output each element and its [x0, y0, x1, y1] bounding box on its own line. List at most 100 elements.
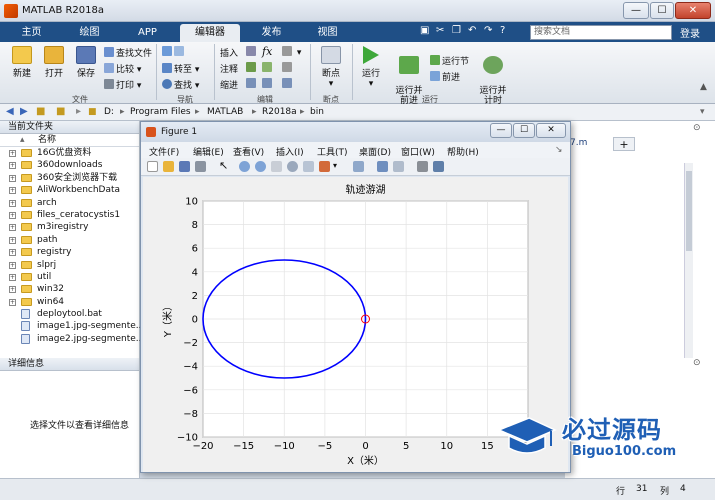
- expand-toggle-icon[interactable]: +: [9, 199, 16, 207]
- figure-maximize-button[interactable]: ☐: [513, 123, 535, 138]
- expand-toggle-icon[interactable]: +: [9, 224, 16, 232]
- smart-indent-icon[interactable]: [246, 78, 258, 90]
- pointer-arrow-icon[interactable]: ↖: [219, 160, 230, 172]
- file-row[interactable]: image2.jpg-segmente...: [0, 333, 144, 345]
- open-button[interactable]: 打开: [40, 46, 68, 79]
- menu-window[interactable]: 窗口(W): [401, 145, 435, 158]
- insert-menu-icon[interactable]: ▾: [282, 46, 301, 58]
- comment-button[interactable]: 注释: [220, 62, 238, 75]
- menu-desktop[interactable]: 桌面(D): [359, 145, 391, 158]
- increase-indent-icon[interactable]: [262, 78, 274, 90]
- tab-apps[interactable]: APP: [120, 24, 175, 42]
- name-column-header[interactable]: 名称 ▴: [0, 134, 139, 147]
- tab-home[interactable]: 主页: [4, 24, 59, 42]
- menu-edit[interactable]: 编辑(E): [193, 145, 224, 158]
- figure-close-button[interactable]: ✕: [536, 123, 566, 138]
- new-figure-icon[interactable]: [147, 161, 158, 172]
- expand-toggle-icon[interactable]: +: [9, 162, 16, 170]
- command-window-menu-icon[interactable]: ⊙: [693, 357, 701, 371]
- breadcrumb-r2018a[interactable]: R2018a: [262, 107, 297, 117]
- folder-row[interactable]: + registry: [0, 246, 139, 258]
- file-row[interactable]: deploytool.bat: [0, 308, 139, 320]
- expand-toggle-icon[interactable]: +: [9, 150, 16, 157]
- tab-view[interactable]: 视图: [300, 24, 355, 42]
- save-figure-icon[interactable]: [179, 161, 190, 172]
- expand-toggle-icon[interactable]: +: [9, 236, 16, 244]
- print-button[interactable]: 打印 ▾: [104, 78, 141, 91]
- wrap-comment-icon[interactable]: [282, 62, 294, 74]
- insert-colorbar-icon[interactable]: [377, 161, 388, 172]
- menu-file[interactable]: 文件(F): [149, 145, 179, 158]
- expand-toggle-icon[interactable]: +: [9, 261, 16, 269]
- menu-insert[interactable]: 插入(I): [276, 145, 304, 158]
- indent-button[interactable]: 缩进: [220, 78, 238, 91]
- insert-section-icon[interactable]: [246, 46, 258, 58]
- folder-row[interactable]: +16G优盘资料: [0, 147, 139, 159]
- expand-toggle-icon[interactable]: +: [9, 211, 16, 219]
- tab-publish[interactable]: 发布: [244, 24, 299, 42]
- figure-minimize-button[interactable]: —: [490, 123, 512, 138]
- expand-toggle-icon[interactable]: +: [9, 249, 16, 257]
- browse-folder-icon[interactable]: ■: [56, 106, 65, 117]
- menu-help[interactable]: 帮助(H): [447, 145, 479, 158]
- quick-access-undo-icon[interactable]: ↶: [468, 25, 476, 36]
- editor-tab-partial[interactable]: 7.m: [570, 137, 587, 151]
- menu-view[interactable]: 查看(V): [233, 145, 264, 158]
- breadcrumb-matlab[interactable]: MATLAB: [207, 107, 243, 117]
- decrease-indent-icon[interactable]: [282, 78, 294, 90]
- collapse-ribbon-icon[interactable]: ▲: [700, 82, 707, 92]
- brush-dropdown-icon[interactable]: ▾: [333, 161, 344, 172]
- address-dropdown-icon[interactable]: ▾: [700, 107, 705, 117]
- folder-row[interactable]: + AliWorkbenchData: [0, 184, 139, 196]
- forward-arrow-icon[interactable]: ▶: [20, 106, 28, 117]
- run-and-time-button[interactable]: 运行并 计时: [476, 46, 510, 106]
- breakpoints-button[interactable]: 断点 ▾: [316, 46, 346, 89]
- close-button[interactable]: ✕: [675, 2, 711, 19]
- quick-access-copy-icon[interactable]: ❐: [452, 25, 461, 36]
- find-button[interactable]: 查找 ▾: [162, 78, 199, 91]
- quick-access-cut-icon[interactable]: ✂: [436, 25, 444, 36]
- expand-toggle-icon[interactable]: +: [9, 286, 16, 294]
- brush-icon[interactable]: [319, 161, 330, 172]
- fx-function-button[interactable]: fx: [262, 45, 272, 58]
- menu-tools[interactable]: 工具(T): [317, 145, 348, 158]
- hide-plot-tools-icon[interactable]: [417, 161, 428, 172]
- login-link[interactable]: 登录: [680, 25, 700, 40]
- zoom-in-icon[interactable]: [239, 161, 250, 172]
- back-forward-button[interactable]: [162, 46, 186, 58]
- quick-access-redo-icon[interactable]: ↷: [484, 25, 492, 36]
- print-figure-icon[interactable]: [195, 161, 206, 172]
- scrollbar-thumb[interactable]: [686, 171, 692, 251]
- search-documentation-input[interactable]: 搜索文档: [530, 25, 672, 40]
- folder-row[interactable]: + path: [0, 234, 139, 246]
- minimize-button[interactable]: —: [623, 2, 649, 19]
- expand-toggle-icon[interactable]: +: [9, 273, 16, 281]
- pan-hand-icon[interactable]: [271, 161, 282, 172]
- figure-title-bar[interactable]: Figure 1 — ☐ ✕: [141, 122, 570, 142]
- comment-percent-icon[interactable]: [246, 62, 258, 74]
- parent-folder-icon[interactable]: ■: [36, 106, 45, 117]
- folder-row[interactable]: + win64: [0, 296, 139, 308]
- new-button[interactable]: 新建: [8, 46, 36, 79]
- zoom-out-icon[interactable]: [255, 161, 266, 172]
- quick-access-save-icon[interactable]: ▣: [420, 25, 429, 36]
- advance-button[interactable]: 前进: [430, 70, 460, 83]
- expand-toggle-icon[interactable]: +: [9, 298, 16, 306]
- goto-button[interactable]: 转至 ▾: [162, 62, 199, 75]
- breadcrumb-program-files[interactable]: Program Files: [130, 107, 191, 117]
- rotate-3d-icon[interactable]: [287, 161, 298, 172]
- link-plot-icon[interactable]: [353, 161, 364, 172]
- new-tab-button[interactable]: +: [613, 137, 635, 151]
- uncomment-percent-icon[interactable]: [262, 62, 274, 74]
- editor-vertical-scrollbar[interactable]: [684, 163, 693, 358]
- data-cursor-icon[interactable]: [303, 161, 314, 172]
- run-section-button[interactable]: 运行节: [430, 54, 469, 67]
- folder-row[interactable]: + win32: [0, 283, 139, 295]
- run-button[interactable]: 运行 ▾: [356, 46, 386, 89]
- insert-button[interactable]: 插入: [220, 46, 238, 59]
- show-plot-tools-icon[interactable]: [433, 161, 444, 172]
- expand-toggle-icon[interactable]: +: [9, 187, 16, 195]
- file-row[interactable]: image1.jpg-segmente...: [0, 320, 144, 332]
- open-file-icon[interactable]: [163, 161, 174, 172]
- folder-row[interactable]: + util: [0, 271, 139, 283]
